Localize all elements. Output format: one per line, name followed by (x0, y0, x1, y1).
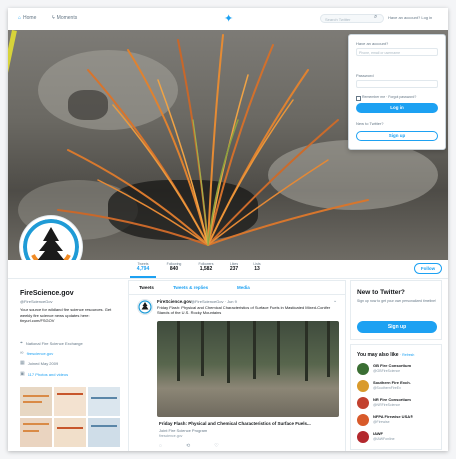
like-icon[interactable]: ♡ (214, 443, 218, 449)
media-thumbnail[interactable] (20, 387, 52, 416)
profile-joined: ▦ Joined May 2009 (20, 360, 59, 366)
tweet-handle[interactable]: @FireScienceGov · Jun 9 (191, 299, 237, 304)
reply-icon[interactable]: ◌ (159, 443, 162, 449)
tweet-actions: ◌ ⟲ ♡ (159, 443, 219, 449)
profile-stats-bar: Tweets 4,794 Following 840 Followers 1,5… (8, 260, 448, 279)
suggestion-avatar (357, 414, 369, 426)
signup-card-subtitle: Sign up now to get your own personalized… (357, 299, 436, 303)
who-to-follow: You may also like · Refresh GB Fire Cons… (350, 344, 442, 450)
tweet-text: Friday Flash: Physical and Chemical Char… (157, 305, 331, 315)
signup-button[interactable]: Sign up (357, 321, 437, 333)
twitter-bird-icon[interactable]: ✦ (224, 12, 233, 25)
tab-tweets-replies[interactable]: Tweets & replies (173, 285, 208, 290)
remember-label[interactable]: Remember me · Forgot password? (362, 95, 416, 99)
top-navigation: ⌂ Home ϟ Moments ✦ Search Twitter ⌕ Have… (8, 8, 448, 31)
timeline-tabs: Tweets Tweets & replies Media (129, 281, 345, 295)
tweet-author[interactable]: FireScience.gov (157, 299, 192, 304)
stat-tweets[interactable]: Tweets 4,794 (130, 262, 156, 278)
who-to-follow-title: You may also like · Refresh (357, 352, 415, 358)
retweet-icon[interactable]: ⟲ (186, 443, 190, 449)
suggestion-item[interactable]: NFPA Firewise USA® @Firewise (357, 414, 439, 432)
tweet-avatar[interactable] (137, 299, 153, 315)
tab-media[interactable]: Media (237, 285, 250, 290)
profile-bio: Your source for wildland fire science re… (20, 307, 112, 323)
suggestion-item[interactable]: IAWF @IAWFonline (357, 431, 439, 449)
media-thumbnail[interactable] (54, 387, 86, 416)
media-thumbnail[interactable] (54, 418, 86, 447)
signup-card-title: New to Twitter? (357, 289, 405, 296)
login-prompt: Have an account? (356, 41, 389, 46)
lightning-icon: ϟ (52, 15, 55, 21)
password-field[interactable] (356, 80, 438, 88)
suggestion-avatar (357, 431, 369, 443)
password-label: Password (356, 73, 374, 78)
search-icon[interactable]: ⌕ (374, 14, 377, 21)
suggestion-item[interactable]: NR Fire Consortium @NRFireScience (357, 397, 439, 415)
tab-tweets[interactable]: Tweets (139, 285, 154, 290)
stat-likes[interactable]: Likes 237 (224, 262, 244, 272)
username-field[interactable]: Phone, email or username (356, 48, 438, 56)
media-thumbnail[interactable] (88, 387, 120, 416)
calendar-icon: ▦ (20, 360, 25, 366)
tweet-card-url[interactable]: firescience.gov (159, 434, 182, 438)
signup-card: New to Twitter? Sign up now to get your … (350, 280, 442, 340)
refresh-link[interactable]: · Refresh (400, 353, 414, 357)
nav-home[interactable]: ⌂ Home (18, 15, 36, 21)
home-icon: ⌂ (18, 15, 22, 21)
photo-icon: ▣ (20, 371, 25, 377)
nav-moments[interactable]: ϟ Moments (52, 15, 77, 21)
tweet-card-source: Joint Fire Science Program (159, 428, 208, 433)
timeline: Tweets Tweets & replies Media FireScienc… (128, 280, 346, 451)
tweet-card-image[interactable] (157, 321, 339, 417)
tweet-card-title[interactable]: Friday Flash: Physical and Chemical Char… (159, 421, 339, 426)
media-thumbnail[interactable] (88, 418, 120, 447)
media-thumbnails (20, 387, 120, 447)
suggestion-avatar (357, 380, 369, 392)
browser-frame: ⌂ Home ϟ Moments ✦ Search Twitter ⌕ Have… (8, 8, 448, 451)
link-icon: ∞ (20, 350, 24, 356)
suggestion-avatar (357, 397, 369, 409)
new-to-twitter-prompt: New to Twitter? (356, 121, 384, 126)
right-sidebar: New to Twitter? Sign up now to get your … (350, 280, 442, 450)
media-link[interactable]: ▣ 117 Photos and videos (20, 371, 68, 377)
location-pin-icon: ⌖ (20, 340, 23, 346)
chevron-down-icon[interactable]: ⌄ (333, 298, 337, 304)
follow-button[interactable]: Follow (414, 263, 442, 274)
remember-checkbox[interactable] (356, 96, 361, 101)
dropdown-signup-button[interactable]: Sign up (356, 131, 438, 141)
suggestion-item[interactable]: Southern Fire Exch. @SouthernFireEx (357, 380, 439, 398)
suggestion-avatar (357, 363, 369, 375)
login-link[interactable]: Have an account? Log in (388, 15, 432, 20)
login-dropdown: Have an account? Phone, email or usernam… (348, 34, 446, 150)
profile-website[interactable]: ∞ firescience.gov (20, 350, 53, 356)
stat-following[interactable]: Following 840 (160, 262, 188, 272)
suggestion-item[interactable]: GB Fire Consortium @GBFireScience (357, 363, 439, 381)
stat-lists[interactable]: Lists 13 (248, 262, 266, 272)
profile-location: ⌖ National Fire Science Exchange (20, 340, 83, 346)
media-thumbnail[interactable] (20, 418, 52, 447)
profile-handle: @FireScienceGov (20, 299, 53, 304)
profile-sidebar: FireScience.gov @FireScienceGov Your sou… (18, 280, 122, 450)
profile-name: FireScience.gov (20, 290, 74, 297)
stat-followers[interactable]: Followers 1,582 (192, 262, 220, 272)
firescience-logo-icon (138, 300, 152, 314)
login-button[interactable]: Log in (356, 103, 438, 113)
